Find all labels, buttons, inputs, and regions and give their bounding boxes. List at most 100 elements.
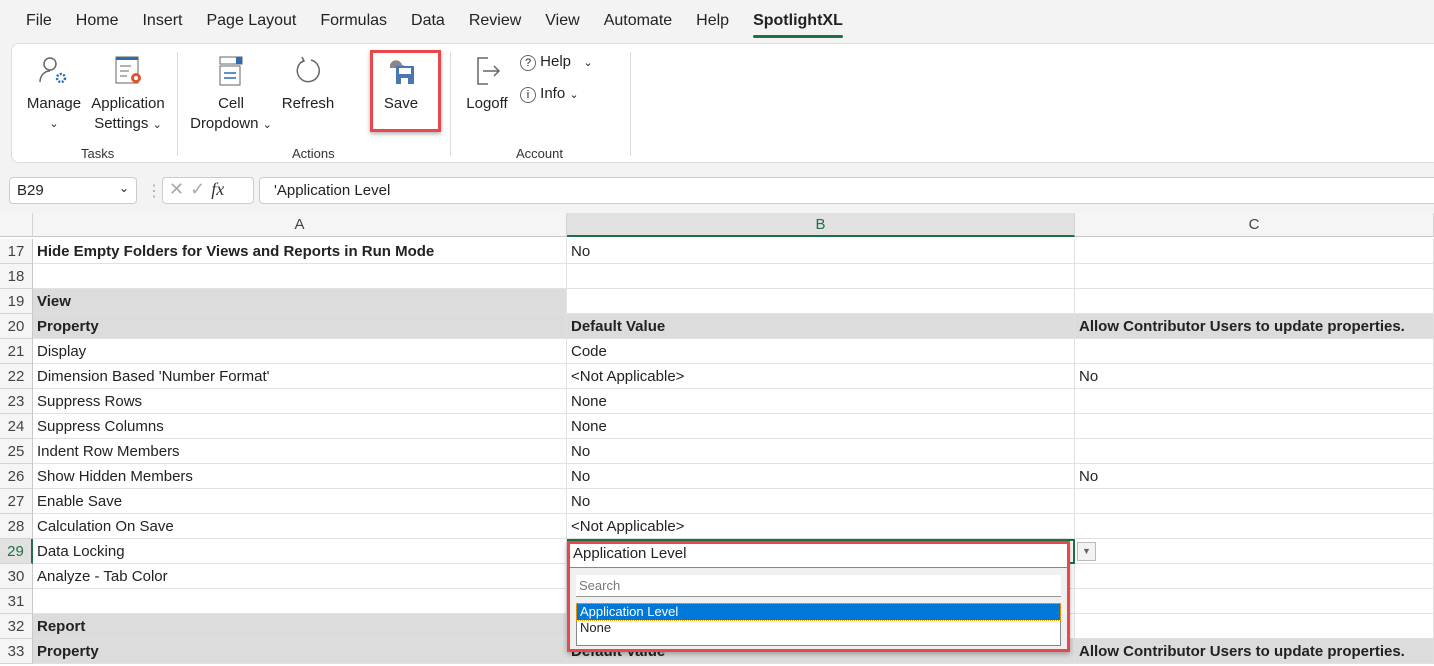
cell-B18[interactable]	[567, 264, 1075, 289]
menu-home[interactable]: Home	[76, 8, 119, 34]
menu-formulas[interactable]: Formulas	[320, 8, 387, 34]
menu-data[interactable]: Data	[411, 8, 445, 34]
refresh-button[interactable]: Refresh	[278, 54, 338, 114]
menu-spotlightxl[interactable]: SpotlightXL	[753, 8, 843, 38]
row-header[interactable]: 25	[0, 439, 33, 464]
cell-C27[interactable]	[1075, 489, 1434, 514]
row-header[interactable]: 19	[0, 289, 33, 314]
cell-A20[interactable]: Property	[33, 314, 567, 339]
formula-input[interactable]: 'Application Level	[259, 177, 1434, 204]
settings-list-icon	[115, 56, 141, 84]
menu-automate[interactable]: Automate	[604, 8, 672, 34]
cell-A28[interactable]: Calculation On Save	[33, 514, 567, 539]
enter-icon[interactable]: ✓	[190, 179, 211, 199]
row-header[interactable]: 23	[0, 389, 33, 414]
cell-A25[interactable]: Indent Row Members	[33, 439, 567, 464]
cell-C24[interactable]	[1075, 414, 1434, 439]
cell-C22[interactable]: No	[1075, 364, 1434, 389]
column-header-c[interactable]: C	[1075, 213, 1434, 237]
row-header[interactable]: 30	[0, 564, 33, 589]
row-header[interactable]: 26	[0, 464, 33, 489]
dropdown-search-input[interactable]: Search	[576, 575, 1061, 597]
dropdown-option-application-level[interactable]: Application Level	[576, 603, 1061, 621]
cell-B19[interactable]	[567, 289, 1075, 314]
cell-C21[interactable]	[1075, 339, 1434, 364]
name-box[interactable]: B29 ⌄	[9, 177, 137, 204]
cell-dropdown-arrow[interactable]: ▼	[1077, 542, 1096, 561]
cell-C31[interactable]	[1075, 589, 1434, 614]
cell-dropdown-button[interactable]: Cell Dropdown ⌄	[190, 54, 272, 135]
group-label-account: Account	[516, 146, 563, 161]
row-header[interactable]: 21	[0, 339, 33, 364]
cell-A24[interactable]: Suppress Columns	[33, 414, 567, 439]
cell-C30[interactable]	[1075, 564, 1434, 589]
table-row: 20 Property Default Value Allow Contributor…	[0, 314, 1434, 339]
row-header[interactable]: 17	[0, 239, 33, 264]
select-all[interactable]	[0, 213, 33, 237]
row-header[interactable]: 29	[0, 539, 33, 564]
drag-handle[interactable]: ⋮	[146, 181, 162, 201]
dropdown-option-none[interactable]: None	[577, 620, 1060, 636]
cell-C26[interactable]: No	[1075, 464, 1434, 489]
info-button[interactable]: i Info ⌄	[520, 84, 579, 105]
cell-B20[interactable]: Default Value	[567, 314, 1075, 339]
row-header[interactable]: 32	[0, 614, 33, 639]
cell-C33[interactable]: Allow Contributor Users to update proper…	[1075, 639, 1434, 664]
cell-A18[interactable]	[33, 264, 567, 289]
row-header[interactable]: 33	[0, 639, 33, 664]
column-header-a[interactable]: A	[33, 213, 567, 237]
cell-A21[interactable]: Display	[33, 339, 567, 364]
menu-review[interactable]: Review	[469, 8, 521, 34]
cell-B22[interactable]: <Not Applicable>	[567, 364, 1075, 389]
cell-A27[interactable]: Enable Save	[33, 489, 567, 514]
row-header[interactable]: 27	[0, 489, 33, 514]
cell-A19[interactable]: View	[33, 289, 567, 314]
row-header[interactable]: 20	[0, 314, 33, 339]
menu-file[interactable]: File	[26, 8, 52, 34]
cell-A31[interactable]	[33, 589, 567, 614]
row-header[interactable]: 28	[0, 514, 33, 539]
cell-B25[interactable]: No	[567, 439, 1075, 464]
cell-C17[interactable]	[1075, 239, 1434, 264]
cell-A30[interactable]: Analyze - Tab Color	[33, 564, 567, 589]
cell-C32[interactable]	[1075, 614, 1434, 639]
cell-A32[interactable]: Report	[33, 614, 567, 639]
table-row: 23 Suppress Rows None	[0, 389, 1434, 414]
cell-B26[interactable]: No	[567, 464, 1075, 489]
cell-C25[interactable]	[1075, 439, 1434, 464]
cell-C20[interactable]: Allow Contributor Users to update proper…	[1075, 314, 1434, 339]
cell-A22[interactable]: Dimension Based 'Number Format'	[33, 364, 567, 389]
row-header[interactable]: 22	[0, 364, 33, 389]
help-button[interactable]: ? Help ⌄	[520, 52, 593, 73]
cell-B21[interactable]: Code	[567, 339, 1075, 364]
column-header-b[interactable]: B	[567, 213, 1075, 237]
cell-B28[interactable]: <Not Applicable>	[567, 514, 1075, 539]
cell-C28[interactable]	[1075, 514, 1434, 539]
menu-page-layout[interactable]: Page Layout	[206, 8, 296, 34]
cell-B23[interactable]: None	[567, 389, 1075, 414]
menu-view[interactable]: View	[545, 8, 579, 34]
cell-A29[interactable]: Data Locking	[33, 539, 567, 564]
cell-A17[interactable]: Hide Empty Folders for Views and Reports…	[33, 239, 567, 264]
cell-B24[interactable]: None	[567, 414, 1075, 439]
cell-C19[interactable]	[1075, 289, 1434, 314]
manage-button[interactable]: Manage ⌄	[26, 54, 82, 134]
fx-icon[interactable]: fx	[211, 179, 224, 199]
cell-A26[interactable]: Show Hidden Members	[33, 464, 567, 489]
dropdown-value[interactable]: Application Level	[570, 544, 1067, 568]
row-header[interactable]: 24	[0, 414, 33, 439]
cell-C29[interactable]	[1075, 539, 1434, 564]
cell-A23[interactable]: Suppress Rows	[33, 389, 567, 414]
cell-C18[interactable]	[1075, 264, 1434, 289]
cell-B27[interactable]: No	[567, 489, 1075, 514]
cancel-icon[interactable]: ✕	[169, 179, 190, 199]
cell-A33[interactable]: Property	[33, 639, 567, 664]
logoff-button[interactable]: Logoff	[462, 54, 512, 114]
cell-C23[interactable]	[1075, 389, 1434, 414]
cell-B17[interactable]: No	[567, 239, 1075, 264]
menu-help[interactable]: Help	[696, 8, 729, 34]
menu-insert[interactable]: Insert	[142, 8, 182, 34]
application-settings-button[interactable]: Application Settings ⌄	[88, 54, 168, 135]
row-header[interactable]: 18	[0, 264, 33, 289]
row-header[interactable]: 31	[0, 589, 33, 614]
